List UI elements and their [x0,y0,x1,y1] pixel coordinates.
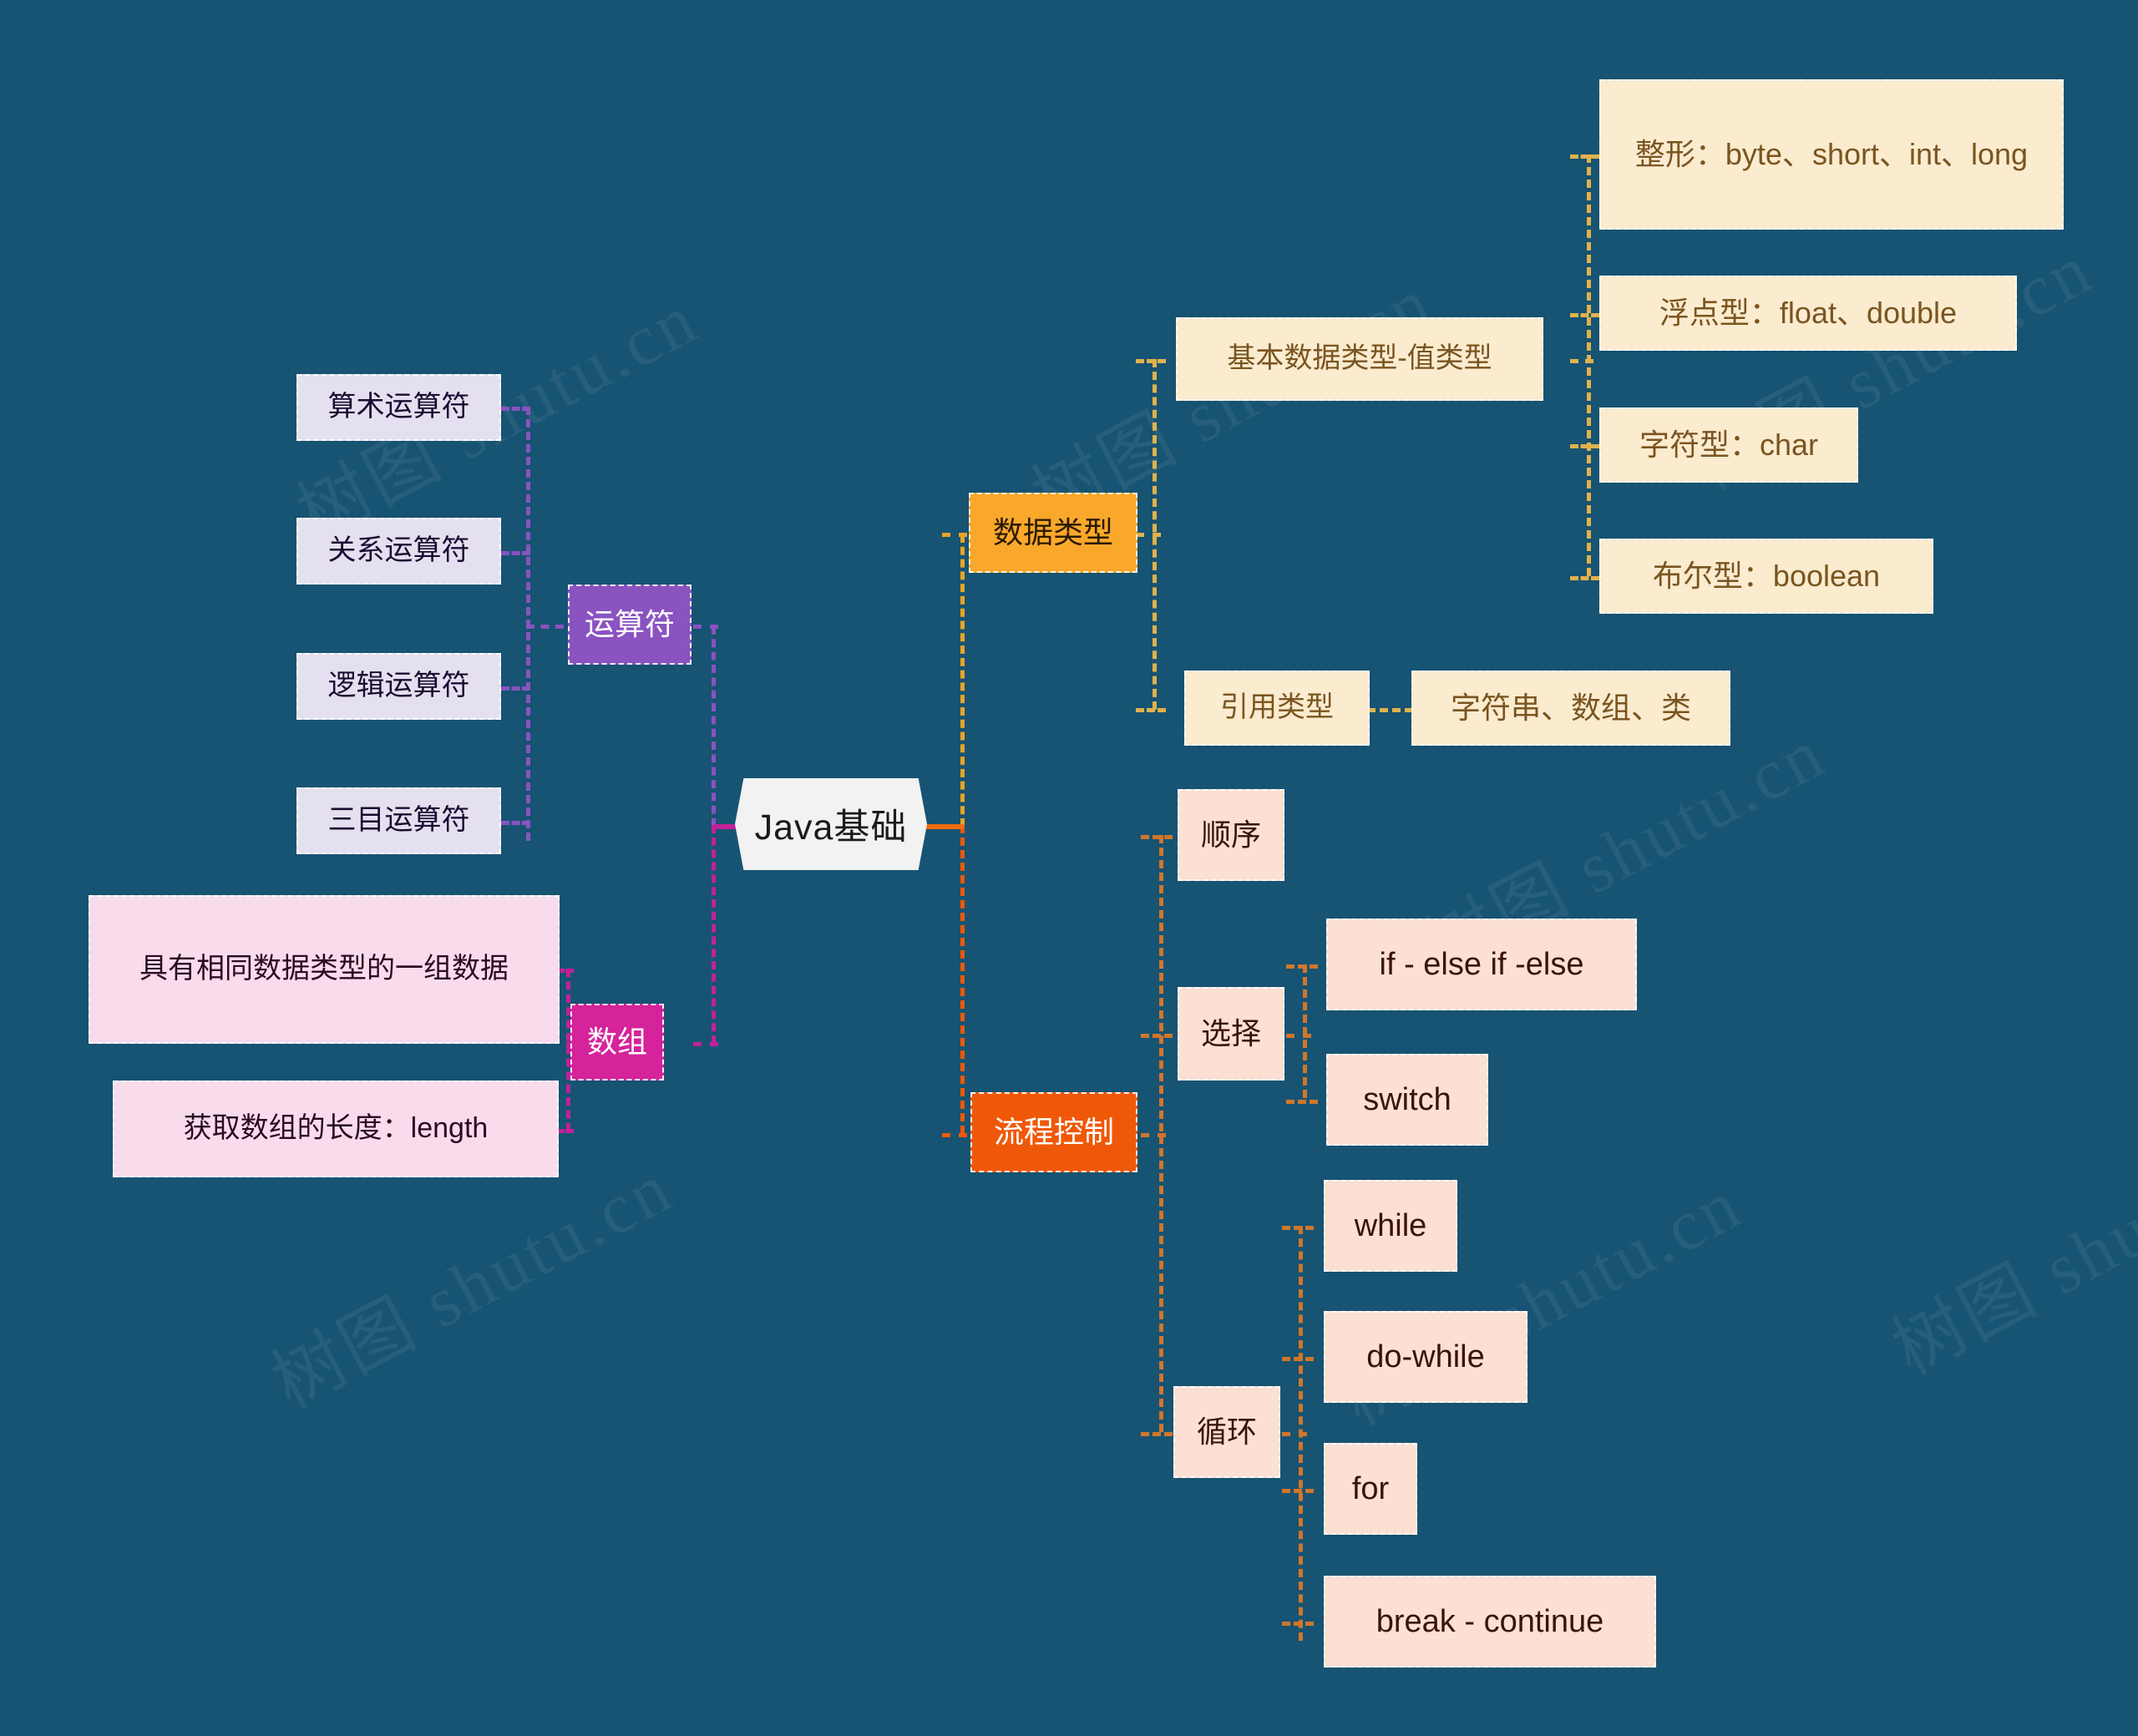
mindmap-canvas: 树图 shutu.cn 树图 shutu.cn 树图 shutu.cn 树图 s… [0,0,2138,1736]
connector-flow-child [1141,835,1173,839]
connector-flow-child [1141,1432,1173,1436]
connector-primitive-child [1570,576,1599,580]
connector-left-spine-upper [712,626,716,827]
operator-child-arithmetic[interactable]: 算术运算符 [296,374,501,441]
flow-child-loop[interactable]: 循环 [1173,1386,1280,1478]
connector-flow-stub [942,1133,967,1137]
connector-array-stub [693,1042,718,1046]
loop-child-do-while[interactable]: do-while [1324,1311,1528,1403]
connector-primitive-child [1570,313,1599,317]
connector-operators-stub [693,625,718,629]
connector-datatypes-to-spine [1136,533,1161,537]
operator-child-relational[interactable]: 关系运算符 [296,518,501,585]
connector-operator-child [501,686,530,691]
connector-flow-child [1141,1034,1173,1038]
connector-reference-to-leaf [1367,708,1413,712]
connector-operators-to-spine [526,625,564,629]
connector-right-spine-upper [960,534,965,827]
loop-child-break-continue[interactable]: break - continue [1324,1576,1656,1668]
primitive-float[interactable]: 浮点型：float、double [1599,276,2017,351]
branch-array[interactable]: 数组 [570,1004,664,1081]
selection-child-switch[interactable]: switch [1326,1054,1488,1146]
reference-leaf-types[interactable]: 字符串、数组、类 [1411,671,1730,746]
connector-operators-spine [526,407,530,841]
connector-left-spine-lower [712,825,716,1044]
operator-child-logical[interactable]: 逻辑运算符 [296,653,501,720]
array-child-definition[interactable]: 具有相同数据类型的一组数据 [89,895,560,1044]
branch-operators[interactable]: 运算符 [568,585,692,665]
connector-operator-child [501,551,530,555]
connector-datatypes-stub [942,533,967,537]
connector-operator-child [501,821,530,825]
connector-selection-to-spine [1286,1034,1311,1038]
connector-loop-child [1282,1357,1314,1361]
connector-selection-child [1286,964,1318,969]
flow-child-selection[interactable]: 选择 [1178,987,1284,1081]
connector-selection-child [1286,1100,1318,1104]
connector-primitive-spine [1587,154,1591,576]
root-node[interactable]: Java基础 [735,778,927,870]
operator-child-ternary[interactable]: 三目运算符 [296,787,501,854]
array-child-length[interactable]: 获取数组的长度：length [113,1081,559,1177]
flow-child-sequence[interactable]: 顺序 [1178,789,1284,881]
connector-primitive-child [1570,154,1599,159]
connector-dt-child [1136,359,1166,363]
watermark: 树图 shutu.cn [1879,1113,2138,1391]
connector-operator-child [501,407,530,411]
branch-data-types[interactable]: 数据类型 [969,493,1137,573]
connector-selection-spine [1303,964,1307,1098]
primitive-char[interactable]: 字符型：char [1599,407,1858,483]
connector-loop-child [1282,1489,1314,1493]
loop-child-for[interactable]: for [1324,1443,1417,1535]
connector-primitive-child [1570,444,1599,448]
branch-flow-control[interactable]: 流程控制 [970,1092,1137,1172]
connector-root-right [925,824,964,829]
connector-loop-child [1282,1622,1314,1626]
connector-dt-child [1136,708,1166,712]
selection-child-if-else[interactable]: if - else if -else [1326,919,1637,1010]
primitive-boolean[interactable]: 布尔型：boolean [1599,539,1933,614]
datatype-primitive[interactable]: 基本数据类型-值类型 [1176,317,1543,401]
primitive-integer[interactable]: 整形：byte、short、int、long [1599,79,2064,230]
datatype-reference[interactable]: 引用类型 [1184,671,1370,746]
connector-loop-child [1282,1226,1314,1230]
connector-flow-to-spine [1141,1133,1166,1137]
connector-right-spine-lower [960,825,965,1134]
connector-primitive-to-spine [1570,359,1593,363]
connector-loop-to-spine [1282,1432,1307,1436]
loop-child-while[interactable]: while [1324,1180,1457,1272]
